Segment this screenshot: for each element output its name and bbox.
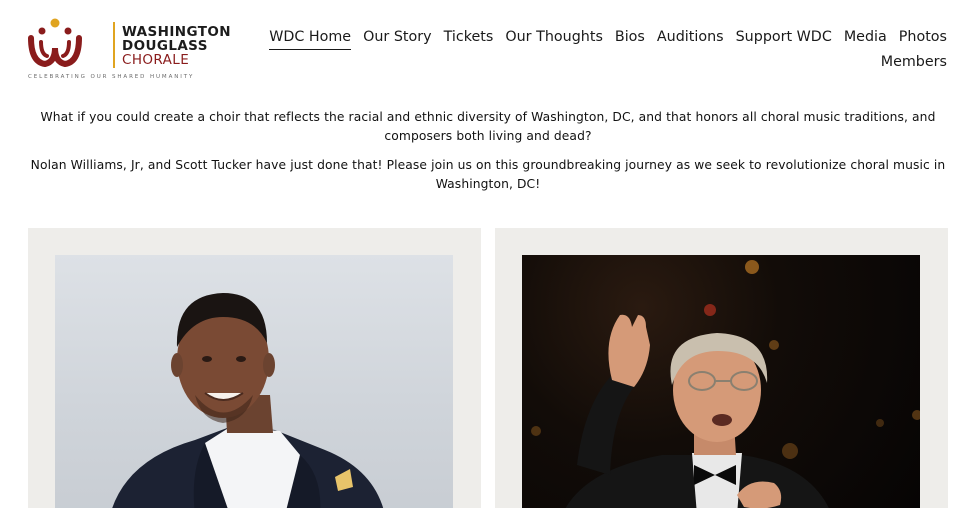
nav-link-photos[interactable]: Photos bbox=[899, 26, 947, 50]
intro-section: What if you could create a choir that re… bbox=[28, 108, 948, 204]
nav-link-bios[interactable]: Bios bbox=[615, 26, 645, 50]
intro-paragraph-1: What if you could create a choir that re… bbox=[40, 110, 936, 143]
conductor-photo-right bbox=[522, 255, 920, 508]
nav-link-support-wdc[interactable]: Support WDC bbox=[736, 26, 832, 50]
portrait-photo-left bbox=[55, 255, 453, 508]
nav-row-primary: WDC Home Our Story Tickets Our Thoughts … bbox=[267, 26, 947, 50]
logo-tagline: CELEBRATING OUR SHARED HUMANITY bbox=[28, 74, 195, 80]
logo-divider bbox=[113, 22, 115, 68]
nav-row-secondary: Members bbox=[267, 51, 947, 75]
nav-link-tickets[interactable]: Tickets bbox=[444, 26, 494, 50]
conductor-illustration-right bbox=[531, 260, 920, 508]
bio-card-left bbox=[28, 228, 481, 508]
portrait-illustration-left bbox=[112, 293, 384, 508]
nav-link-our-thoughts[interactable]: Our Thoughts bbox=[505, 26, 603, 50]
nav-link-wdc-home[interactable]: WDC Home bbox=[269, 26, 351, 50]
nav-link-our-story[interactable]: Our Story bbox=[363, 26, 432, 50]
intro-paragraph-2: Nolan Williams, Jr, and Scott Tucker hav… bbox=[30, 158, 946, 191]
nav-link-media[interactable]: Media bbox=[844, 26, 887, 50]
logo-text-chorale: CHORALE bbox=[122, 52, 190, 68]
site-logo[interactable]: WASHINGTON DOUGLASS CHORALE CELEBRATING … bbox=[27, 18, 231, 84]
nav-link-auditions[interactable]: Auditions bbox=[657, 26, 724, 50]
bio-card-right bbox=[495, 228, 948, 508]
nav-link-members[interactable]: Members bbox=[881, 51, 947, 75]
site-header: WASHINGTON DOUGLASS CHORALE CELEBRATING … bbox=[0, 0, 960, 100]
chorale-logo-icon bbox=[28, 18, 82, 68]
main-nav: WDC Home Our Story Tickets Our Thoughts … bbox=[267, 26, 947, 75]
